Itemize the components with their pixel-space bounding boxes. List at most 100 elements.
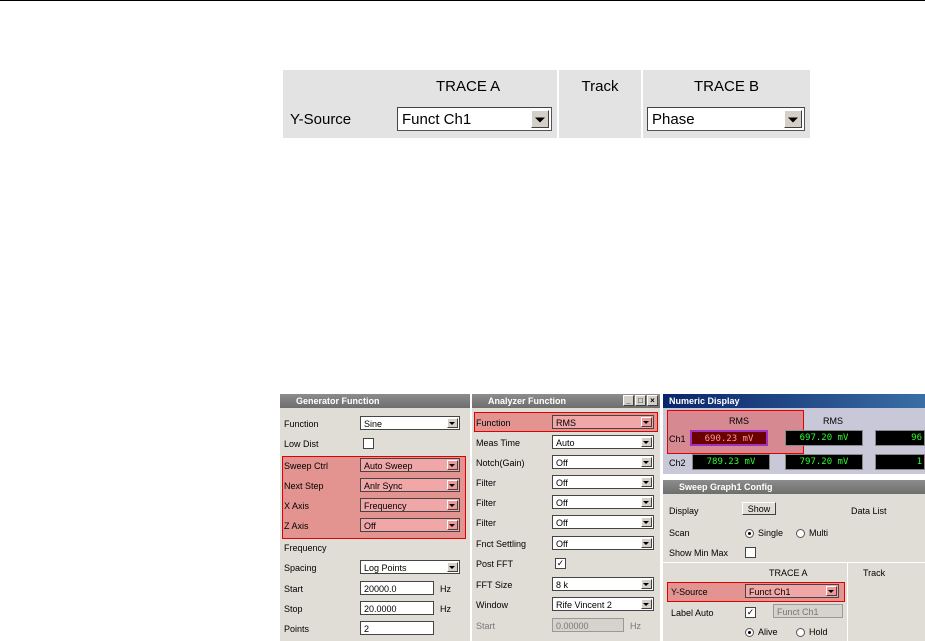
label-value-input[interactable]: Funct Ch1 xyxy=(773,604,843,618)
scan-label: Scan xyxy=(669,528,690,538)
single-label: Single xyxy=(758,528,784,538)
post-fft-label: Post FFT xyxy=(476,559,514,569)
chevron-down-icon[interactable] xyxy=(447,520,458,530)
chevron-down-icon[interactable] xyxy=(447,460,458,470)
points-label: Points xyxy=(284,624,310,634)
sweep-graph-config-panel: Sweep Graph1 Config Display Show Data Li… xyxy=(663,480,925,641)
start-label: Start xyxy=(284,584,304,594)
trace-config-zoom: TRACE A Track TRACE B Y-Source Funct Ch1… xyxy=(283,70,810,138)
top-rule xyxy=(0,0,925,1)
minimize-icon[interactable]: _ xyxy=(623,395,634,406)
start-input[interactable]: 20000.0 xyxy=(360,581,434,595)
chevron-down-icon[interactable] xyxy=(641,538,652,548)
sweep-ctrl-value: Auto Sweep xyxy=(364,461,413,471)
sweep-ctrl-select[interactable]: Auto Sweep xyxy=(360,458,460,472)
filter-label: Filter xyxy=(476,518,496,528)
window-label: Window xyxy=(476,600,509,610)
chevron-down-icon[interactable] xyxy=(447,562,458,572)
trace-b-y-source-select[interactable]: Phase xyxy=(647,107,805,131)
x-axis-value: Frequency xyxy=(364,501,407,511)
stop-unit: Hz xyxy=(440,604,451,614)
filter3-value: Off xyxy=(556,518,568,528)
multi-label: Multi xyxy=(809,528,829,538)
filter2-select[interactable]: Off xyxy=(552,495,654,509)
fft-size-value: 8 k xyxy=(556,580,569,590)
sweep-ctrl-label: Sweep Ctrl xyxy=(284,461,329,471)
ana-start-label: Start xyxy=(476,621,496,631)
maximize-icon[interactable]: □ xyxy=(635,395,646,406)
next-step-select[interactable]: Anlr Sync xyxy=(360,478,460,492)
stop-label: Stop xyxy=(284,604,303,614)
chevron-down-icon[interactable] xyxy=(784,110,802,128)
notch-value: Off xyxy=(556,458,568,468)
numeric-display-panel: Numeric Display RMS RMS Ch1 690.23 mV 69… xyxy=(663,394,925,474)
fft-size-label: FFT Size xyxy=(476,580,513,590)
start-unit: Hz xyxy=(440,584,451,594)
chevron-down-icon[interactable] xyxy=(641,457,652,467)
ch2-rms3-value: 1 xyxy=(875,454,925,470)
show-button[interactable]: Show xyxy=(742,502,776,515)
spacing-value: Log Points xyxy=(364,563,407,573)
rms-col2-header: RMS xyxy=(823,416,843,426)
ch1-rms-value: 690.23 mV xyxy=(690,430,768,446)
sweep-trace-a-header: TRACE A xyxy=(769,568,808,578)
ana-start-input[interactable]: 0.00000 xyxy=(552,618,624,632)
filter-label: Filter xyxy=(476,498,496,508)
ch1-label: Ch1 xyxy=(669,434,686,444)
hold-label: Hold xyxy=(809,627,828,637)
show-min-max-checkbox[interactable] xyxy=(745,547,756,558)
trace-b-y-source-value: Phase xyxy=(652,111,695,128)
label-auto-checkbox[interactable]: ✓ xyxy=(745,607,756,618)
notch-select[interactable]: Off xyxy=(552,455,654,469)
spacing-select[interactable]: Log Points xyxy=(360,560,460,574)
chevron-down-icon[interactable] xyxy=(447,418,458,428)
chevron-down-icon[interactable] xyxy=(826,586,837,596)
sweep-y-source-select[interactable]: Funct Ch1 xyxy=(745,584,839,598)
meas-time-value: Auto xyxy=(556,438,575,448)
fft-size-select[interactable]: 8 k xyxy=(552,577,654,591)
chevron-down-icon[interactable] xyxy=(641,517,652,527)
ch2-rms-value: 789.23 mV xyxy=(692,454,770,470)
filter1-select[interactable]: Off xyxy=(552,475,654,489)
meas-time-select[interactable]: Auto xyxy=(552,435,654,449)
y-source-label: Y-Source xyxy=(290,111,352,128)
data-list-label: Data List xyxy=(851,506,887,516)
filter3-select[interactable]: Off xyxy=(552,515,654,529)
x-axis-select[interactable]: Frequency xyxy=(360,498,460,512)
chevron-down-icon[interactable] xyxy=(447,480,458,490)
meas-time-label: Meas Time xyxy=(476,438,521,448)
trace-b-header: TRACE B xyxy=(693,78,759,95)
chevron-down-icon[interactable] xyxy=(641,497,652,507)
show-min-max-label: Show Min Max xyxy=(669,548,729,558)
chevron-down-icon[interactable] xyxy=(641,437,652,447)
chevron-down-icon[interactable] xyxy=(531,110,549,128)
points-input[interactable]: 2 xyxy=(360,621,434,635)
low-dist-checkbox[interactable] xyxy=(363,438,374,449)
chevron-down-icon[interactable] xyxy=(641,599,652,609)
window-select[interactable]: Rife Vincent 2 xyxy=(552,597,654,611)
chevron-down-icon[interactable] xyxy=(641,579,652,589)
chevron-down-icon[interactable] xyxy=(447,500,458,510)
x-axis-label: X Axis xyxy=(284,501,310,511)
track-header: Track xyxy=(581,78,619,95)
multi-radio[interactable] xyxy=(796,529,805,538)
z-axis-select[interactable]: Off xyxy=(360,518,460,532)
gen-function-value: Sine xyxy=(364,419,383,429)
generator-function-panel: Generator Function Function Sine Low Dis… xyxy=(280,394,470,641)
frequency-label: Frequency xyxy=(284,543,327,553)
ana-function-select[interactable]: RMS xyxy=(552,415,654,429)
alive-radio[interactable] xyxy=(745,628,754,637)
hold-radio[interactable] xyxy=(796,628,805,637)
fnct-settling-select[interactable]: Off xyxy=(552,536,654,550)
sweep-y-source-value: Funct Ch1 xyxy=(749,587,791,597)
post-fft-checkbox[interactable]: ✓ xyxy=(555,558,566,569)
spacing-label: Spacing xyxy=(284,563,317,573)
chevron-down-icon[interactable] xyxy=(641,477,652,487)
close-icon[interactable]: × xyxy=(647,395,658,406)
stop-input[interactable]: 20.0000 xyxy=(360,601,434,615)
single-radio[interactable] xyxy=(745,529,754,538)
trace-a-y-source-select[interactable]: Funct Ch1 xyxy=(397,107,552,131)
ana-start-unit: Hz xyxy=(630,621,641,631)
gen-function-select[interactable]: Sine xyxy=(360,416,460,430)
chevron-down-icon[interactable] xyxy=(641,417,652,427)
